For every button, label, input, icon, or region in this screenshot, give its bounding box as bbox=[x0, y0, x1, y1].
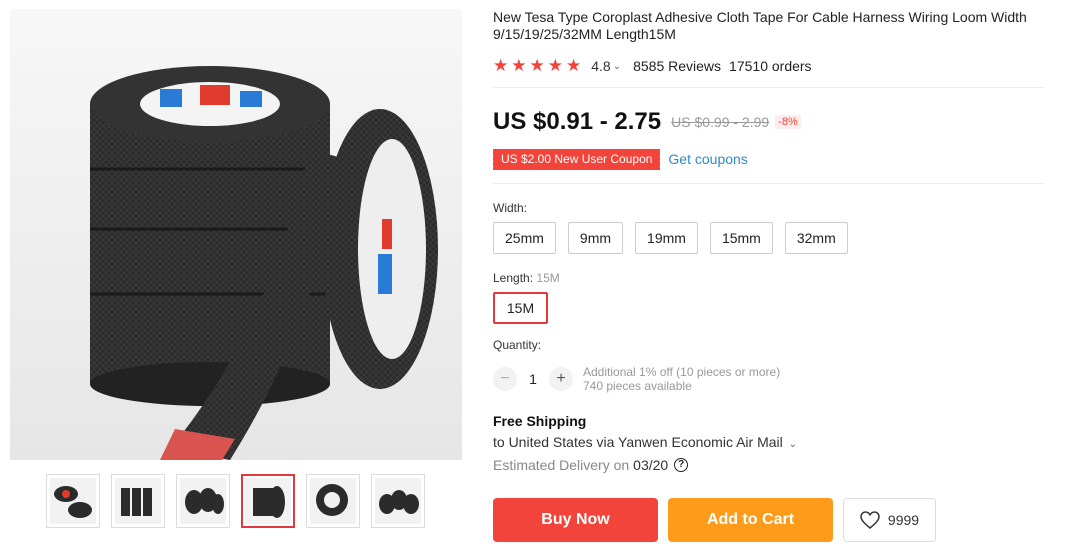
divider bbox=[493, 183, 1045, 184]
action-buttons: Buy Now Add to Cart 9999 bbox=[493, 498, 1045, 542]
width-option-9mm[interactable]: 9mm bbox=[567, 222, 624, 254]
delivery-date: 03/20 bbox=[633, 457, 669, 473]
length-selected-value: 15M bbox=[536, 271, 560, 285]
thumbnail-1[interactable] bbox=[46, 474, 100, 528]
main-product-image[interactable] bbox=[10, 9, 462, 460]
original-price: US $0.99 - 2.99 bbox=[671, 114, 770, 130]
quantity-stepper: − 1 + Additional 1% off (10 pieces or mo… bbox=[493, 365, 1045, 393]
product-title: New Tesa Type Coroplast Adhesive Cloth T… bbox=[493, 9, 1027, 42]
divider bbox=[493, 87, 1045, 88]
shipping-route-text[interactable]: to United States via Yanwen Economic Air… bbox=[493, 434, 783, 450]
wishlist-count: 9999 bbox=[887, 512, 920, 528]
price-row: US $0.91 - 2.75 US $0.99 - 2.99 -8% bbox=[493, 108, 1045, 136]
quantity-input[interactable]: 1 bbox=[517, 371, 549, 387]
discount-badge: -8% bbox=[775, 115, 801, 129]
thumbnail-5[interactable] bbox=[306, 474, 360, 528]
coupon-row: US $2.00 New User Coupon Get coupons bbox=[490, 148, 1045, 170]
width-option-25mm[interactable]: 25mm bbox=[493, 222, 556, 254]
help-icon[interactable]: ? bbox=[674, 458, 689, 472]
star-icon: ★ bbox=[529, 56, 545, 75]
coupon-badge[interactable]: US $2.00 New User Coupon bbox=[490, 148, 661, 170]
estimated-delivery-label: Estimated Delivery on bbox=[493, 457, 630, 473]
reviews-link[interactable]: 8585 Reviews bbox=[633, 58, 721, 74]
minus-icon[interactable]: − bbox=[493, 367, 517, 391]
available-stock: 740 pieces available bbox=[583, 379, 692, 393]
orders-count: 17510 orders bbox=[729, 58, 812, 74]
get-coupons-link[interactable]: Get coupons bbox=[668, 151, 747, 167]
tape-rolls-image bbox=[10, 9, 462, 460]
shipping-route[interactable]: to United States via Yanwen Economic Air… bbox=[493, 434, 1045, 450]
add-to-cart-button[interactable]: Add to Cart bbox=[668, 498, 833, 542]
length-option-15m[interactable]: 15M bbox=[493, 292, 548, 324]
heart-icon bbox=[860, 511, 880, 529]
length-options: 15M bbox=[493, 292, 1045, 324]
star-icon: ★ bbox=[493, 56, 509, 75]
plus-icon[interactable]: + bbox=[549, 367, 573, 391]
rating-row: ★ ★ ★ ★ ★ 4.8 ⌄ 8585 Reviews 17510 order… bbox=[493, 57, 1045, 75]
bulk-discount-note: Additional 1% off (10 pieces or more) bbox=[583, 365, 781, 379]
wishlist-button[interactable]: 9999 bbox=[843, 498, 936, 542]
star-icon: ★ bbox=[511, 56, 527, 75]
length-label-text: Length: bbox=[493, 271, 534, 285]
rating-stars: ★ ★ ★ ★ ★ bbox=[493, 57, 581, 75]
width-option-19mm[interactable]: 19mm bbox=[635, 222, 698, 254]
width-label: Width: bbox=[493, 201, 528, 215]
quantity-label: Quantity: bbox=[493, 338, 542, 352]
thumbnail-2[interactable] bbox=[111, 474, 165, 528]
thumbnail-3[interactable] bbox=[176, 474, 230, 528]
current-price: US $0.91 - 2.75 bbox=[493, 108, 662, 135]
width-option-32mm[interactable]: 32mm bbox=[784, 222, 848, 254]
thumbnail-6[interactable] bbox=[371, 474, 425, 528]
shipping-title: Free Shipping bbox=[493, 413, 587, 429]
buy-now-button[interactable]: Buy Now bbox=[493, 498, 658, 542]
chevron-down-icon[interactable]: ⌄ bbox=[613, 61, 621, 72]
product-details: New Tesa Type Coroplast Adhesive Cloth T… bbox=[490, 9, 1045, 542]
rating-value[interactable]: 4.8 bbox=[591, 58, 610, 74]
chevron-down-icon[interactable]: ⌄ bbox=[789, 439, 797, 450]
star-icon: ★ bbox=[566, 56, 582, 75]
quantity-info: Additional 1% off (10 pieces or more) 74… bbox=[583, 365, 780, 393]
width-options: 25mm 9mm 19mm 15mm 32mm bbox=[493, 222, 1045, 254]
estimated-delivery: Estimated Delivery on 03/20 ? bbox=[493, 457, 1045, 473]
length-label: Length: 15M bbox=[493, 271, 1045, 285]
star-icon: ★ bbox=[547, 56, 563, 75]
thumbnail-4[interactable] bbox=[241, 474, 295, 528]
width-option-15mm[interactable]: 15mm bbox=[709, 222, 773, 254]
thumbnail-strip bbox=[46, 474, 425, 528]
